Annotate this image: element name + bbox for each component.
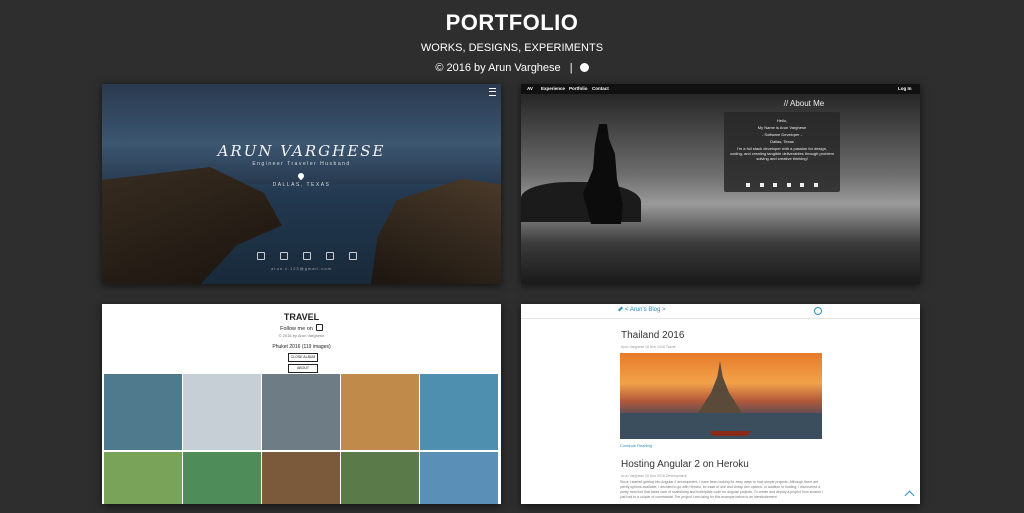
about-location: Dallas, Texas <box>770 139 794 144</box>
sitting-person-silhouette <box>583 124 623 224</box>
about-social-icons <box>746 183 818 187</box>
photo-tile[interactable] <box>104 374 182 450</box>
about-role: - Software Developer - <box>761 132 802 137</box>
post-image <box>620 353 822 439</box>
portfolio-card-blog[interactable]: < Arun's Blog > Thailand 2016 Arun Vargh… <box>521 304 920 504</box>
hamburger-icon[interactable] <box>489 88 496 96</box>
linkedin-icon[interactable] <box>759 183 764 187</box>
nav-item-experience[interactable]: Experience <box>541 86 565 91</box>
github-icon[interactable] <box>746 183 750 187</box>
page-subtitle: WORKS, DESIGNS, EXPERIMENTS <box>420 42 604 54</box>
profile-location: DALLAS, TEXAS <box>272 182 331 188</box>
blog-brand-text: < Arun's Blog > <box>625 307 666 313</box>
linkedin-icon[interactable] <box>257 252 265 260</box>
github-icon[interactable] <box>280 252 288 260</box>
facebook-icon[interactable] <box>303 252 311 260</box>
post-title[interactable]: Thailand 2016 <box>621 330 684 341</box>
post-excerpt: Since I started getting into Angular 2 d… <box>620 480 823 499</box>
post-meta: Arun Varghese 18 Nov 2016 Travel <box>621 345 676 349</box>
portfolio-card-about[interactable]: AV Experience Portfolio Contact Log In /… <box>521 84 920 284</box>
post-meta: Arun Varghese 16 Nov 2016 Development <box>621 474 687 478</box>
temple-silhouette <box>698 361 742 413</box>
nav-brand[interactable]: AV <box>527 86 533 91</box>
follow-text: Follow me on <box>280 326 313 332</box>
nav-item-portfolio[interactable]: Portfolio <box>569 86 588 91</box>
photo-tile[interactable] <box>262 452 340 504</box>
boat-shape <box>710 431 750 436</box>
photo-tile[interactable] <box>341 374 419 450</box>
social-icons <box>257 252 357 260</box>
github-icon[interactable] <box>579 63 589 72</box>
photo-tile[interactable] <box>104 452 182 504</box>
photo-tile[interactable] <box>420 374 498 450</box>
rss-icon[interactable] <box>800 183 805 187</box>
about-intro: My Name is Arun Varghese <box>757 125 807 130</box>
follow-line: Follow me on <box>102 324 501 332</box>
profile-email[interactable]: arun.v.123@gmail.com <box>102 266 501 271</box>
profile-name: ARUN VARGHESE <box>217 142 386 160</box>
travel-credit: © 2016 by Arun Varghese <box>278 333 325 338</box>
instagram-icon[interactable] <box>326 252 334 260</box>
page-title: PORTFOLIO <box>445 10 579 35</box>
photo-tile[interactable] <box>420 452 498 504</box>
continue-reading-link[interactable]: Continue Reading <box>620 443 652 448</box>
mail-icon[interactable] <box>813 183 818 187</box>
facebook-icon[interactable] <box>773 183 778 187</box>
about-panel: Hello, My Name is Arun Varghese - Softwa… <box>724 112 840 192</box>
photo-grid <box>102 374 501 504</box>
about-greeting: Hello, <box>776 118 788 123</box>
post-title[interactable]: Hosting Angular 2 on Heroku <box>621 459 749 470</box>
travel-title: TRAVEL <box>283 312 320 322</box>
blog-header: < Arun's Blog > <box>521 304 920 319</box>
nav-item-contact[interactable]: Contact <box>592 86 609 91</box>
photo-tile[interactable] <box>183 374 261 450</box>
rss-icon[interactable] <box>349 252 357 260</box>
photo-tile[interactable] <box>262 374 340 450</box>
about-heading: // About Me <box>783 99 825 108</box>
close-album-button[interactable]: CLOSE ALBUM <box>288 353 318 362</box>
photo-tile[interactable] <box>341 452 419 504</box>
instagram-icon[interactable] <box>786 183 791 187</box>
pencil-icon <box>618 306 623 312</box>
about-button[interactable]: ABOUT <box>288 364 318 373</box>
credit-text: © 2016 by Arun Varghese <box>435 62 561 74</box>
blog-brand[interactable]: < Arun's Blog > <box>618 306 666 313</box>
profile-tagline: Engineer Traveler Husband <box>252 161 351 167</box>
portfolio-card-travel[interactable]: TRAVEL Follow me on © 2016 by Arun Vargh… <box>102 304 501 504</box>
rock-shape <box>521 182 641 222</box>
scroll-top-icon[interactable] <box>904 490 915 501</box>
credit-separator: | <box>569 62 573 74</box>
top-navbar: AV Experience Portfolio Contact Log In <box>521 84 920 94</box>
album-title: Phuket 2016 (119 images) <box>272 344 331 350</box>
credit-line: © 2016 by Arun Varghese | <box>0 62 1024 74</box>
portfolio-card-profile[interactable]: ARUN VARGHESE Engineer Traveler Husband … <box>102 84 501 284</box>
instagram-icon[interactable] <box>315 324 323 331</box>
location-pin-icon <box>296 171 306 181</box>
login-link[interactable]: Log In <box>898 86 912 91</box>
photo-tile[interactable] <box>183 452 261 504</box>
about-bio: I'm a full stack developer with a passio… <box>730 146 834 161</box>
user-icon[interactable] <box>814 307 822 315</box>
